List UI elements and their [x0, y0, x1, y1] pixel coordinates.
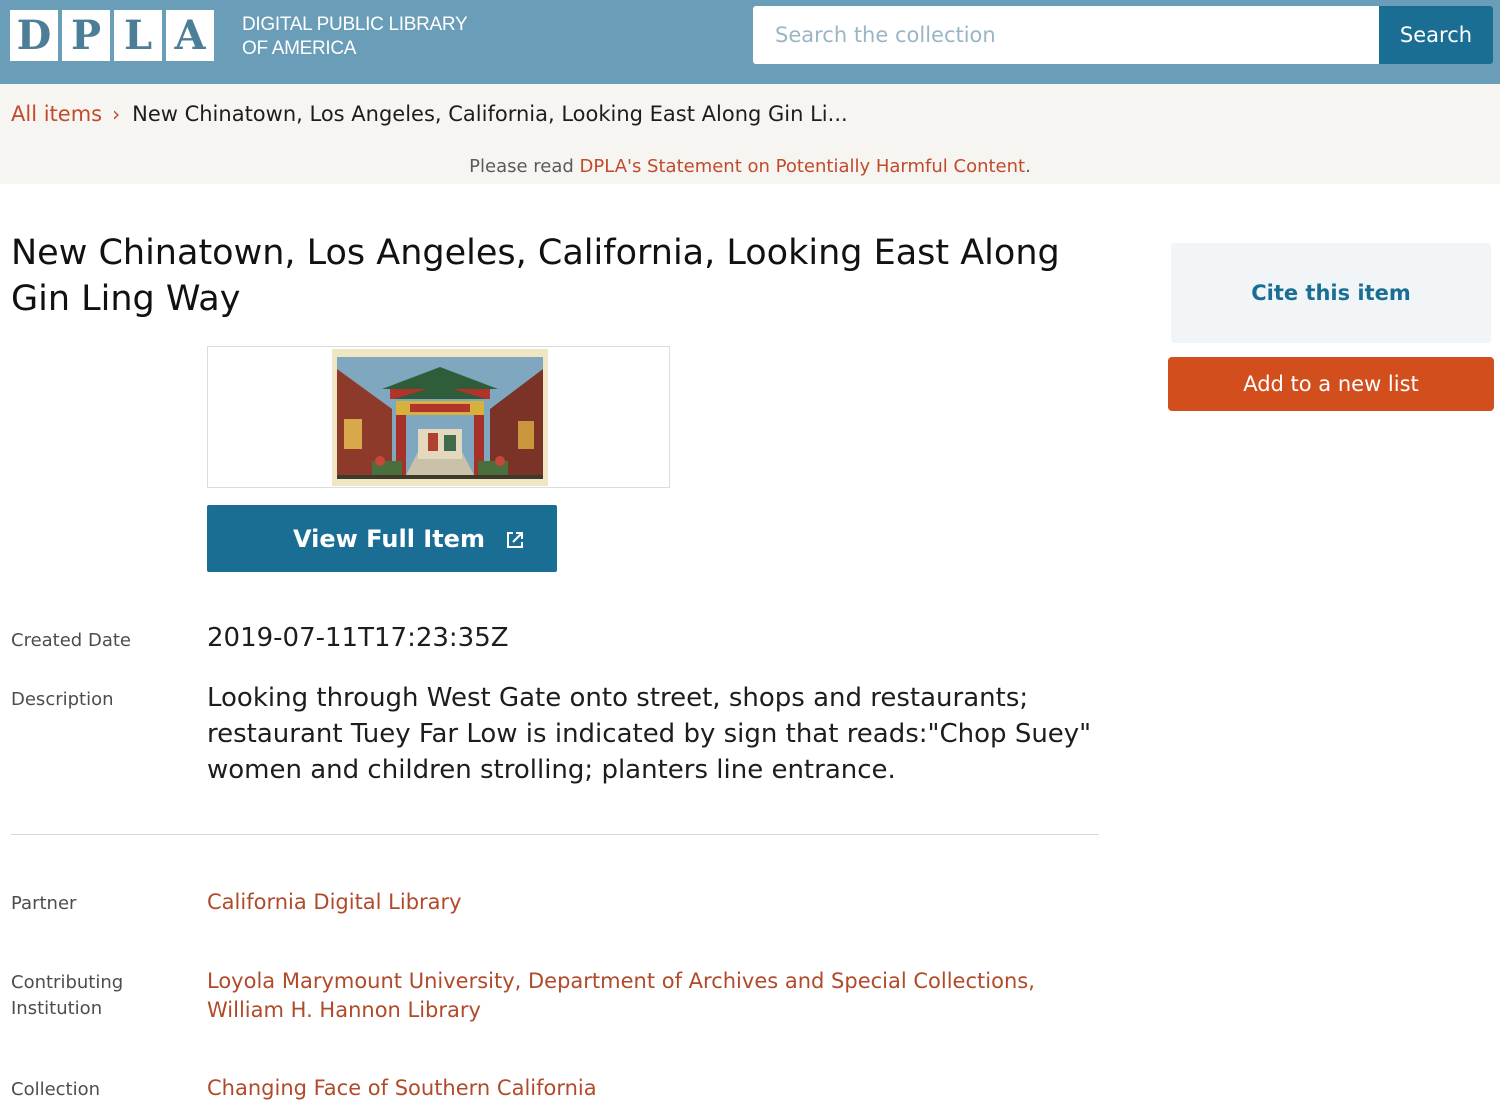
cite-this-item-label: Cite this item	[1251, 281, 1411, 305]
description-label: Description	[11, 689, 114, 710]
external-link-icon	[505, 528, 525, 548]
created-date-label: Created Date	[11, 630, 131, 651]
logo-letter: P	[62, 10, 110, 61]
harmful-content-notice: Please read DPLA's Statement on Potentia…	[0, 156, 1500, 177]
description-value: Looking through West Gate onto street, s…	[207, 683, 1092, 785]
search-input[interactable]	[753, 6, 1380, 64]
view-full-item-label: View Full Item	[293, 525, 485, 553]
postcard-illustration	[332, 349, 548, 486]
harmful-content-statement-link[interactable]: DPLA's Statement on Potentially Harmful …	[580, 156, 1026, 177]
contributing-label-line-2: Institution	[11, 998, 103, 1019]
logo-letter: D	[10, 10, 58, 61]
partner-label: Partner	[11, 893, 77, 914]
tagline-line-1: Digital Public Library	[242, 14, 468, 35]
partner-link[interactable]: California Digital Library	[207, 888, 1097, 917]
logo-letter: A	[166, 10, 214, 61]
tagline-line-2: of America	[242, 38, 357, 59]
site-tagline[interactable]: Digital Public Library of America	[242, 13, 468, 61]
collection-link[interactable]: Changing Face of Southern California	[207, 1074, 1097, 1103]
search-button[interactable]: Search	[1379, 6, 1493, 64]
breadcrumb-all-items-link[interactable]: All items	[11, 102, 102, 126]
dpla-logo[interactable]: D P L A	[10, 10, 214, 61]
logo-letter: L	[114, 10, 162, 61]
contributing-label-line-1: Contributing	[11, 972, 124, 993]
breadcrumb-band: All items › New Chinatown, Los Angeles, …	[0, 84, 1500, 184]
page-title: New Chinatown, Los Angeles, California, …	[11, 233, 1060, 319]
breadcrumb: All items › New Chinatown, Los Angeles, …	[11, 102, 848, 126]
contributing-institution-label: Contributing Institution	[11, 970, 123, 1022]
chevron-right-icon: ›	[112, 102, 121, 126]
site-header: D P L A Digital Public Library of Americ…	[0, 0, 1500, 84]
postcard-image[interactable]	[332, 349, 548, 486]
view-full-item-button[interactable]: View Full Item	[207, 505, 557, 572]
breadcrumb-current: New Chinatown, Los Angeles, California, …	[132, 102, 848, 126]
divider	[11, 834, 1099, 835]
contributing-institution-link[interactable]: Loyola Marymount University, Department …	[207, 967, 1097, 1025]
created-date-value: 2019-07-11T17:23:35Z	[207, 623, 509, 653]
notice-suffix: .	[1025, 156, 1031, 177]
add-to-new-list-button[interactable]: Add to a new list	[1168, 357, 1494, 411]
item-thumbnail-frame	[207, 346, 670, 488]
cite-this-item-button[interactable]: Cite this item	[1171, 243, 1491, 343]
notice-prefix: Please read	[469, 156, 580, 177]
collection-label: Collection	[11, 1079, 101, 1100]
